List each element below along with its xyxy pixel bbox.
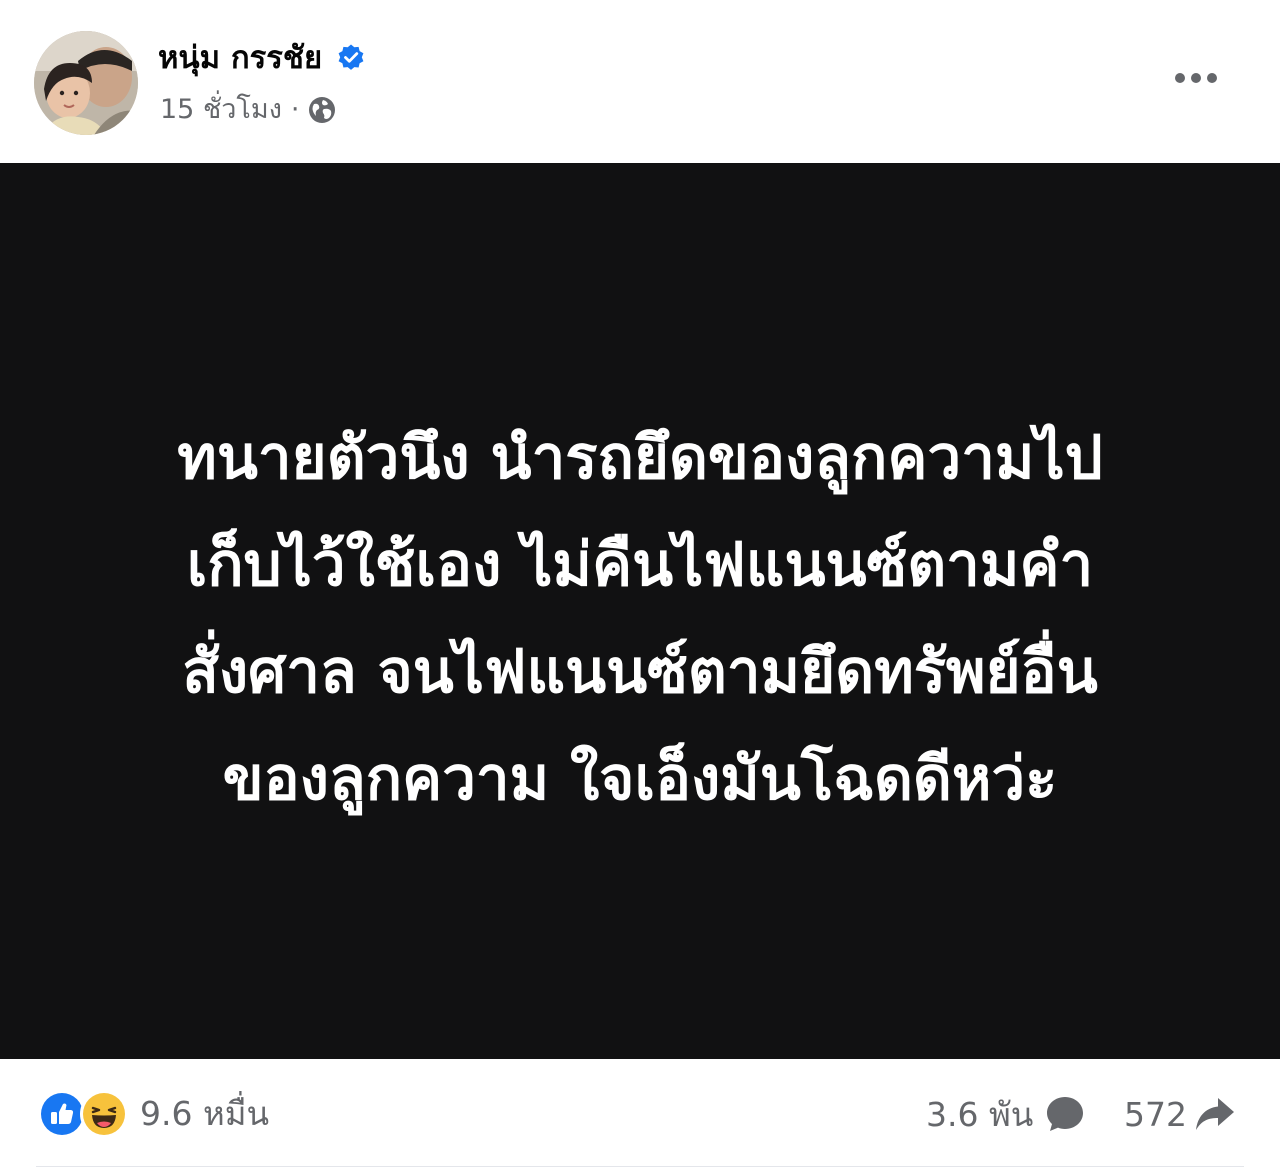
comment-count: 3.6 พัน	[926, 1094, 1034, 1134]
author-name-row: หนุ่ม กรรชัย	[158, 38, 366, 78]
image-text-line: ทนายตัวนึง นำรถยึดของลูกความไป	[177, 423, 1103, 493]
footer-divider	[36, 1166, 1244, 1167]
post-header: หนุ่ม กรรชัย 15 ชั่วโมง ·	[0, 0, 1280, 162]
post-timestamp[interactable]: 15 ชั่วโมง	[160, 90, 282, 130]
share-icon	[1193, 1092, 1237, 1136]
more-options-button[interactable]	[1168, 60, 1224, 96]
like-icon	[38, 1090, 86, 1138]
share-count: 572	[1124, 1094, 1187, 1134]
comment-icon	[1043, 1092, 1087, 1136]
verified-badge-icon	[336, 43, 366, 73]
post-meta: 15 ชั่วโมง ·	[160, 90, 337, 130]
meta-separator: ·	[290, 94, 300, 125]
author-name[interactable]: หนุ่ม กรรชัย	[158, 38, 322, 78]
reaction-count: 9.6 หมื่น	[140, 1094, 270, 1133]
post-image-text: ทนายตัวนึง นำรถยึดของลูกความไป เก็บไว้ใช…	[40, 405, 1240, 833]
comment-count-button[interactable]: 3.6 พัน	[926, 1089, 1087, 1139]
image-text-line: สั่งศาล จนไฟแนนซ์ตามยึดทรัพย์อื่น	[182, 637, 1098, 707]
post-footer: 9.6 หมื่น 3.6 พัน 572	[0, 1059, 1280, 1169]
reactions-summary[interactable]: 9.6 หมื่น	[38, 1089, 269, 1139]
globe-icon[interactable]	[307, 95, 337, 125]
share-count-button[interactable]: 572	[1124, 1089, 1237, 1139]
more-horizontal-icon	[1174, 69, 1218, 88]
author-avatar[interactable]	[34, 31, 138, 135]
haha-icon	[80, 1090, 128, 1138]
image-text-line: ของลูกความ ใจเอ็งมันโฉดดีหว่ะ	[222, 744, 1058, 814]
image-text-line: เก็บไว้ใช้เอง ไม่คืนไฟแนนซ์ตามคำ	[186, 530, 1094, 600]
